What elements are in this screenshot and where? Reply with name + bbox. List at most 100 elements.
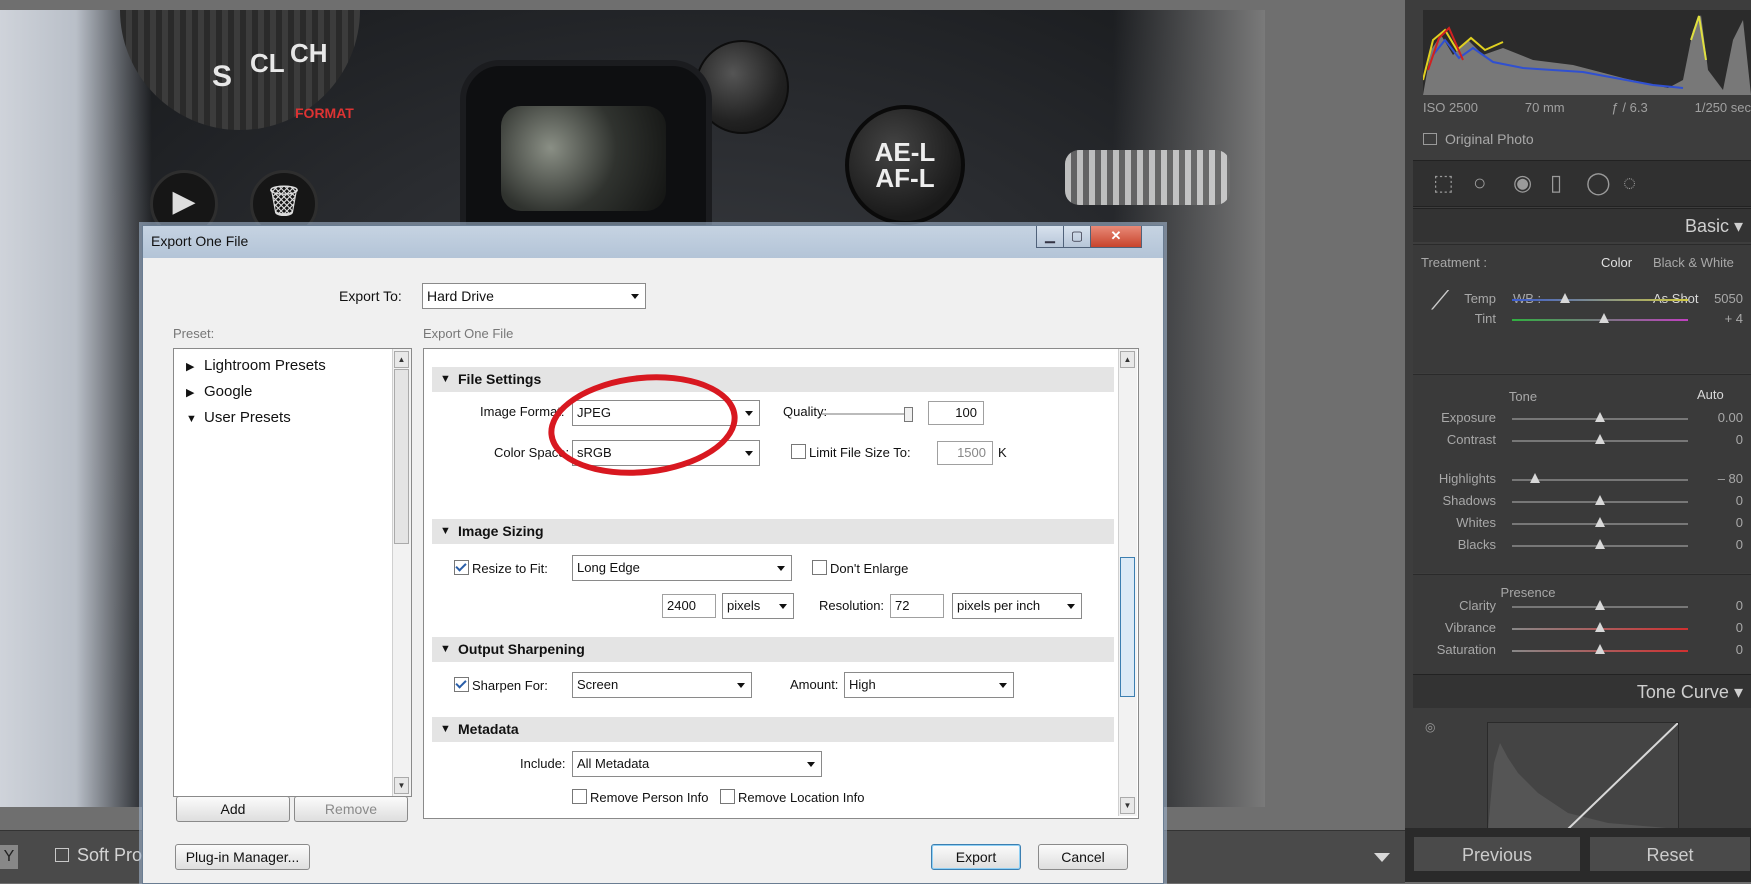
slider-thumb[interactable] [1595,600,1605,610]
original-photo-toggle[interactable]: Original Photo [1423,131,1534,147]
collapse-icon[interactable]: ▼ [440,717,451,742]
slider-exposure[interactable]: Exposure 0.00 [1405,408,1751,430]
maximize-icon[interactable]: ▢ [1063,226,1091,248]
remove-location-info-checkbox[interactable] [720,789,735,804]
collapse-icon[interactable]: ▼ [186,413,204,425]
slider-thumb[interactable] [1529,473,1540,483]
slider-thumb[interactable] [1595,644,1605,654]
metadata-header[interactable]: ▼ Metadata [432,717,1114,742]
limit-file-size-input[interactable]: 1500 [937,441,993,465]
slider-value[interactable]: + 4 [1725,311,1743,326]
slider-thumb[interactable] [1595,517,1605,527]
slider-thumb[interactable] [1595,622,1605,632]
slider-thumb[interactable] [1598,313,1609,323]
sharpen-for-toggle[interactable]: Sharpen For: [454,677,548,693]
preset-folder-google[interactable]: ▶ Google [186,383,252,400]
slider-value[interactable]: 0 [1736,515,1743,530]
graduated-filter-icon[interactable]: ▯ [1550,170,1562,196]
scroll-up-icon[interactable]: ▲ [394,351,409,368]
slider-thumb[interactable] [1595,495,1605,505]
spot-removal-icon[interactable]: ○ [1473,170,1486,196]
file-settings-header[interactable]: ▼ File Settings [432,367,1114,392]
limit-file-size-checkbox[interactable] [791,444,806,459]
slider-highlights[interactable]: Highlights – 80 [1405,469,1751,491]
radial-filter-icon[interactable]: ◯ [1586,170,1611,196]
sharpen-for-checkbox[interactable] [454,677,469,692]
slider-value[interactable]: – 80 [1718,471,1743,486]
quality-slider[interactable] [822,407,913,423]
output-sharpening-header[interactable]: ▼ Output Sharpening [432,637,1114,662]
image-sizing-header[interactable]: ▼ Image Sizing [432,519,1114,544]
scroll-thumb[interactable] [1120,557,1135,697]
slider-value[interactable]: 5050 [1714,291,1743,306]
tone-curve-header[interactable]: Tone Curve ▾ [1413,674,1751,708]
treatment-bw[interactable]: Black & White [1653,255,1734,270]
resize-to-fit-checkbox[interactable] [454,560,469,575]
adjustment-brush-icon[interactable]: ◌ [1623,170,1636,196]
slider-whites[interactable]: Whites 0 [1405,513,1751,535]
resolution-input[interactable]: 72 [890,594,944,618]
scroll-thumb[interactable] [394,369,409,544]
toolbar-menu-icon[interactable] [1374,853,1390,862]
collapse-icon[interactable]: ▼ [440,637,451,662]
remove-preset-button[interactable]: Remove [294,796,408,822]
view-mode-button[interactable]: Y [0,845,18,869]
slider-saturation[interactable]: Saturation 0 [1405,640,1751,662]
quality-input[interactable]: 100 [928,401,984,425]
original-photo-checkbox[interactable] [1423,133,1437,145]
long-edge-size-input[interactable]: 2400 [662,594,716,618]
tone-curve-graph[interactable] [1487,722,1679,830]
amount-select[interactable]: High [844,672,1014,698]
dialog-titlebar[interactable]: Export One File ▁ ▢ ✕ [143,226,1163,258]
scroll-down-icon[interactable]: ▼ [394,777,409,794]
slider-temp[interactable]: Temp 5050 [1405,289,1751,311]
scroll-up-icon[interactable]: ▲ [1120,351,1135,368]
include-metadata-select[interactable]: All Metadata [572,751,822,777]
resize-mode-select[interactable]: Long Edge [572,555,792,581]
red-eye-icon[interactable]: ◉ [1513,170,1532,196]
limit-file-size-toggle[interactable]: Limit File Size To: [791,444,911,460]
export-button[interactable]: Export [931,844,1021,870]
preset-folder-user[interactable]: ▼ User Presets [186,409,291,426]
previous-button[interactable]: Previous [1413,836,1581,872]
slider-clarity[interactable]: Clarity 0 [1405,596,1751,618]
slider-thumb[interactable] [1559,293,1570,303]
soft-proofing-toggle[interactable]: Soft Proo [55,845,152,866]
preset-folder-lightroom[interactable]: ▶ Lightroom Presets [186,357,326,374]
basic-panel-header[interactable]: Basic ▾ [1413,208,1751,242]
slider-contrast[interactable]: Contrast 0 [1405,430,1751,452]
remove-person-info-toggle[interactable]: Remove Person Info [572,789,709,805]
slider-track[interactable] [1512,299,1688,301]
slider-value[interactable]: 0 [1736,493,1743,508]
collapse-icon[interactable]: ▼ [440,519,451,544]
plugin-manager-button[interactable]: Plug-in Manager... [175,844,310,870]
soft-proofing-checkbox[interactable] [55,848,69,862]
auto-tone-button[interactable]: Auto [1697,387,1724,402]
dont-enlarge-toggle[interactable]: Don't Enlarge [812,560,908,576]
cancel-button[interactable]: Cancel [1038,844,1128,870]
slider-thumb[interactable] [1595,412,1605,422]
image-format-select[interactable]: JPEG [572,400,760,426]
expand-icon[interactable]: ▶ [186,386,204,399]
slider-value[interactable]: 0 [1736,598,1743,613]
slider-value[interactable]: 0 [1736,642,1743,657]
export-to-select[interactable]: Hard Drive [422,283,646,309]
settings-scrollbar[interactable]: ▲ ▼ [1118,349,1137,816]
size-unit-select[interactable]: pixels [722,593,794,619]
slider-vibrance[interactable]: Vibrance 0 [1405,618,1751,640]
resolution-unit-select[interactable]: pixels per inch [952,593,1082,619]
slider-blacks[interactable]: Blacks 0 [1405,535,1751,557]
minimize-icon[interactable]: ▁ [1036,226,1064,248]
scroll-down-icon[interactable]: ▼ [1120,797,1135,814]
treatment-color[interactable]: Color [1601,255,1632,270]
crop-tool-icon[interactable]: ⬚ [1433,170,1454,196]
sharpen-for-select[interactable]: Screen [572,672,752,698]
slider-shadows[interactable]: Shadows 0 [1405,491,1751,513]
slider-thumb[interactable] [1595,539,1605,549]
slider-thumb[interactable] [1595,434,1605,444]
remove-location-info-toggle[interactable]: Remove Location Info [720,789,864,805]
preset-scrollbar[interactable]: ▲ ▼ [392,349,411,796]
add-preset-button[interactable]: Add [176,796,290,822]
dont-enlarge-checkbox[interactable] [812,560,827,575]
expand-icon[interactable]: ▶ [186,360,204,373]
